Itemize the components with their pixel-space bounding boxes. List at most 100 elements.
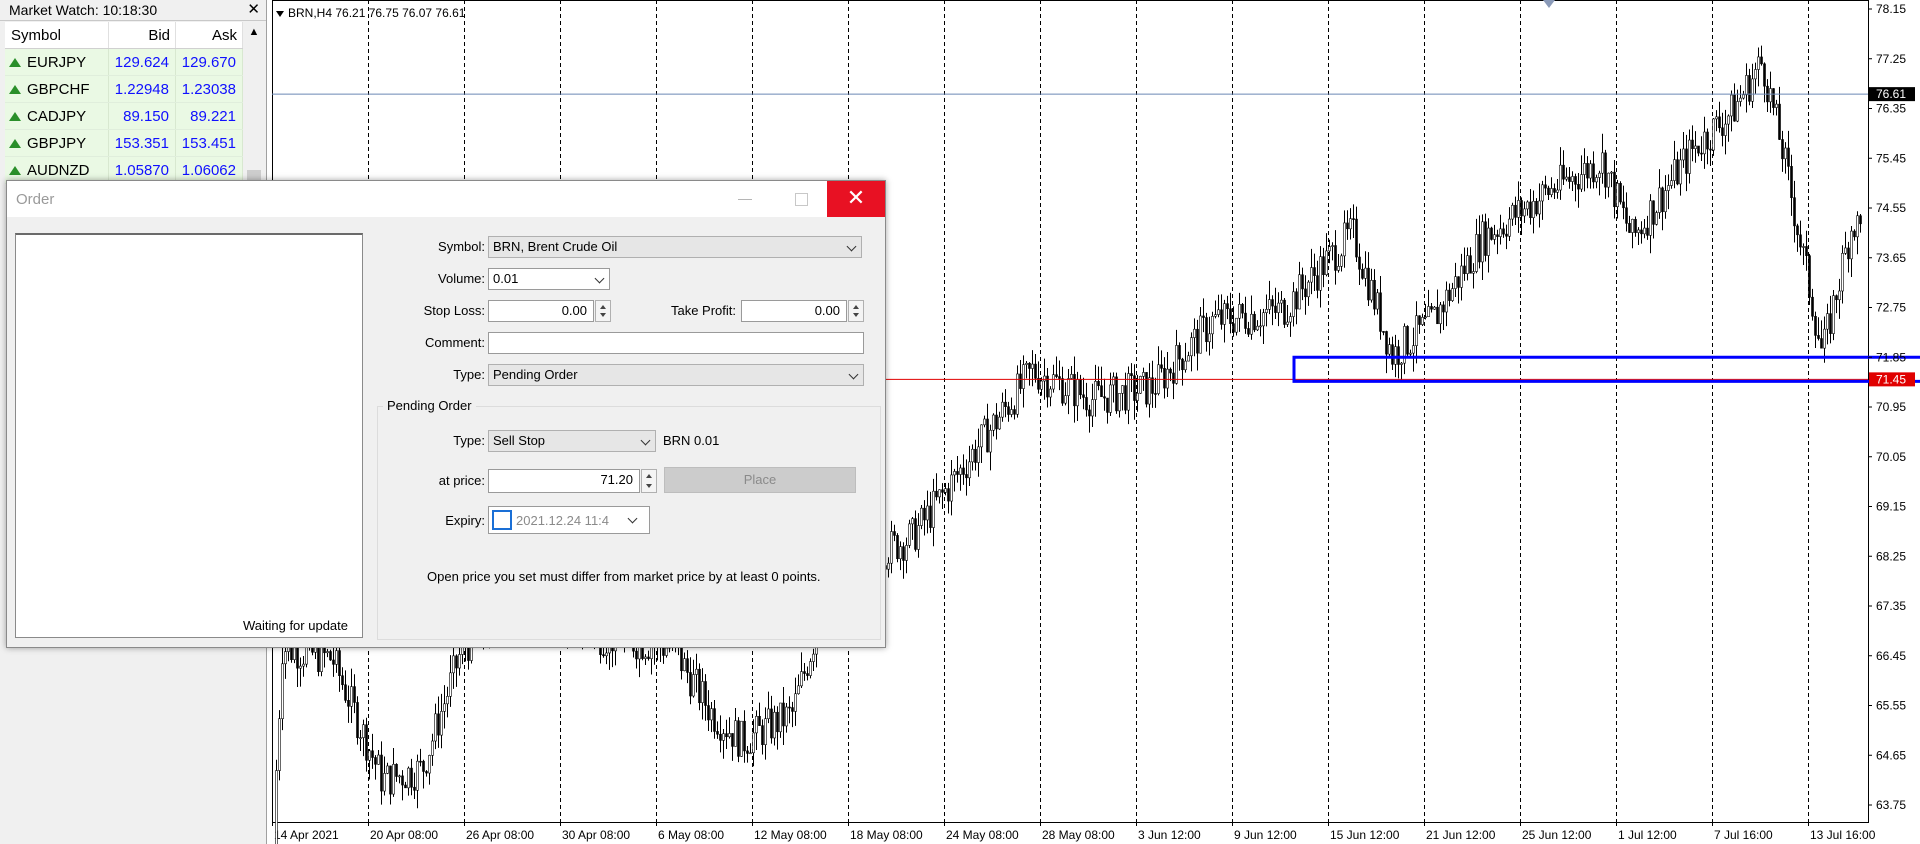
maximize-button[interactable]	[783, 187, 819, 211]
stop-loss-field[interactable]: 0.00	[488, 300, 594, 322]
candle-body	[1247, 328, 1250, 335]
candle-body	[1199, 315, 1202, 354]
candle-body	[689, 672, 692, 697]
candle-body	[1298, 274, 1301, 310]
candle-body	[1217, 309, 1220, 315]
candle-body	[1682, 148, 1685, 161]
candle-body	[1064, 395, 1067, 404]
table-row[interactable]: GBPJPY 153.351 153.451	[5, 129, 243, 157]
candle-body	[1562, 164, 1565, 180]
candle-body	[701, 681, 704, 704]
candle-body	[1331, 245, 1334, 247]
arrow-up-icon[interactable]	[853, 305, 859, 309]
price-scale-label: 71.85	[1876, 350, 1906, 364]
stop-loss-stepper[interactable]	[595, 300, 611, 322]
candle-body	[1265, 309, 1268, 314]
candle-body	[1166, 368, 1169, 389]
take-profit-field[interactable]: 0.00	[741, 300, 847, 322]
candle-body	[923, 507, 926, 521]
candle-body	[1109, 384, 1112, 413]
candle-body	[791, 707, 794, 712]
expiry-value: 2021.12.24 11:4	[516, 513, 610, 528]
minimize-button[interactable]: —	[727, 187, 763, 211]
candle-body	[416, 760, 419, 791]
candle-body	[1493, 234, 1496, 240]
table-row[interactable]: EURJPY 129.624 129.670	[5, 48, 243, 76]
candle-body	[1502, 228, 1505, 235]
candle-body	[1292, 291, 1295, 317]
column-header-symbol[interactable]: Symbol	[5, 22, 109, 49]
candle-body	[1103, 396, 1106, 399]
ask-cell: 1.23038	[175, 75, 243, 103]
candle-body	[1337, 266, 1340, 271]
pending-type-select[interactable]: Sell Stop	[488, 430, 656, 452]
chevron-up-icon[interactable]: ▲	[244, 22, 264, 42]
symbol-label: Symbol:	[438, 239, 485, 254]
candle-body	[1859, 215, 1862, 225]
order-type-select[interactable]: Pending Order	[488, 364, 864, 386]
comment-field[interactable]	[488, 332, 864, 354]
candle-body	[1829, 313, 1832, 334]
candle-body	[467, 647, 470, 661]
candle-body	[404, 784, 407, 789]
arrow-up-icon[interactable]	[646, 474, 652, 478]
place-button[interactable]: Place	[664, 467, 856, 493]
candle-body	[1397, 346, 1400, 365]
expiry-picker[interactable]: 2021.12.24 11:4	[488, 506, 650, 534]
candle-body	[1061, 378, 1064, 404]
candle-body	[644, 656, 647, 659]
candle-body	[695, 668, 698, 675]
candle-body	[1619, 183, 1622, 203]
arrow-down-icon[interactable]	[600, 313, 606, 317]
price-scale-label: 70.95	[1876, 400, 1906, 414]
symbol-select[interactable]: BRN, Brent Crude Oil	[488, 236, 862, 258]
expiry-checkbox[interactable]	[492, 510, 512, 530]
candle-body	[305, 645, 308, 665]
close-icon[interactable]: ✕	[247, 0, 260, 20]
dialog-titlebar[interactable]: Order — ✕	[7, 181, 885, 217]
candle-body	[968, 461, 971, 479]
take-profit-stepper[interactable]	[848, 300, 864, 322]
arrow-down-icon[interactable]	[646, 484, 652, 488]
candle-body	[686, 658, 689, 673]
up-arrow-icon	[9, 166, 21, 176]
candle-body	[1607, 172, 1610, 188]
chevron-down-icon[interactable]	[627, 513, 638, 524]
market-watch-scrollbar[interactable]: ▲	[244, 22, 264, 182]
at-price-stepper[interactable]	[641, 469, 657, 493]
stop-loss-label: Stop Loss:	[423, 303, 485, 318]
candle-body	[1775, 103, 1778, 108]
candle-body	[1070, 374, 1073, 379]
candle-body	[1349, 218, 1352, 230]
candle-body	[1457, 276, 1460, 288]
price-scale-label: 74.55	[1876, 201, 1906, 215]
candle-body	[1556, 189, 1559, 193]
time-label: 14 Apr 2021	[274, 828, 339, 842]
chart-menu-triangle-icon[interactable]	[276, 10, 284, 17]
at-price-field[interactable]: 71.20	[488, 469, 640, 493]
arrow-down-icon[interactable]	[853, 313, 859, 317]
candle-body	[1184, 360, 1187, 371]
table-row[interactable]: CADJPY 89.150 89.221	[5, 102, 243, 130]
close-button[interactable]: ✕	[827, 181, 885, 217]
table-row[interactable]: GBPCHF 1.22948 1.23038	[5, 75, 243, 103]
candle-body	[1439, 304, 1442, 325]
candle-body	[995, 414, 998, 430]
candle-body	[1424, 316, 1427, 319]
candle-body	[914, 518, 917, 550]
candle-body	[1319, 256, 1322, 291]
time-label: 15 Jun 12:00	[1330, 828, 1400, 842]
candle-body	[1322, 256, 1325, 276]
volume-select[interactable]: 0.01	[488, 268, 610, 290]
column-header-bid[interactable]: Bid	[108, 22, 176, 49]
candle-body	[1496, 234, 1499, 237]
candle-body	[398, 775, 401, 778]
candle-body	[1031, 363, 1034, 369]
candle-body	[1409, 352, 1412, 355]
arrow-up-icon[interactable]	[600, 305, 606, 309]
candle-body	[662, 646, 665, 656]
candle-body	[1823, 328, 1826, 349]
candle-body	[989, 429, 992, 453]
candle-body	[1238, 304, 1241, 319]
column-header-ask[interactable]: Ask	[175, 22, 243, 49]
